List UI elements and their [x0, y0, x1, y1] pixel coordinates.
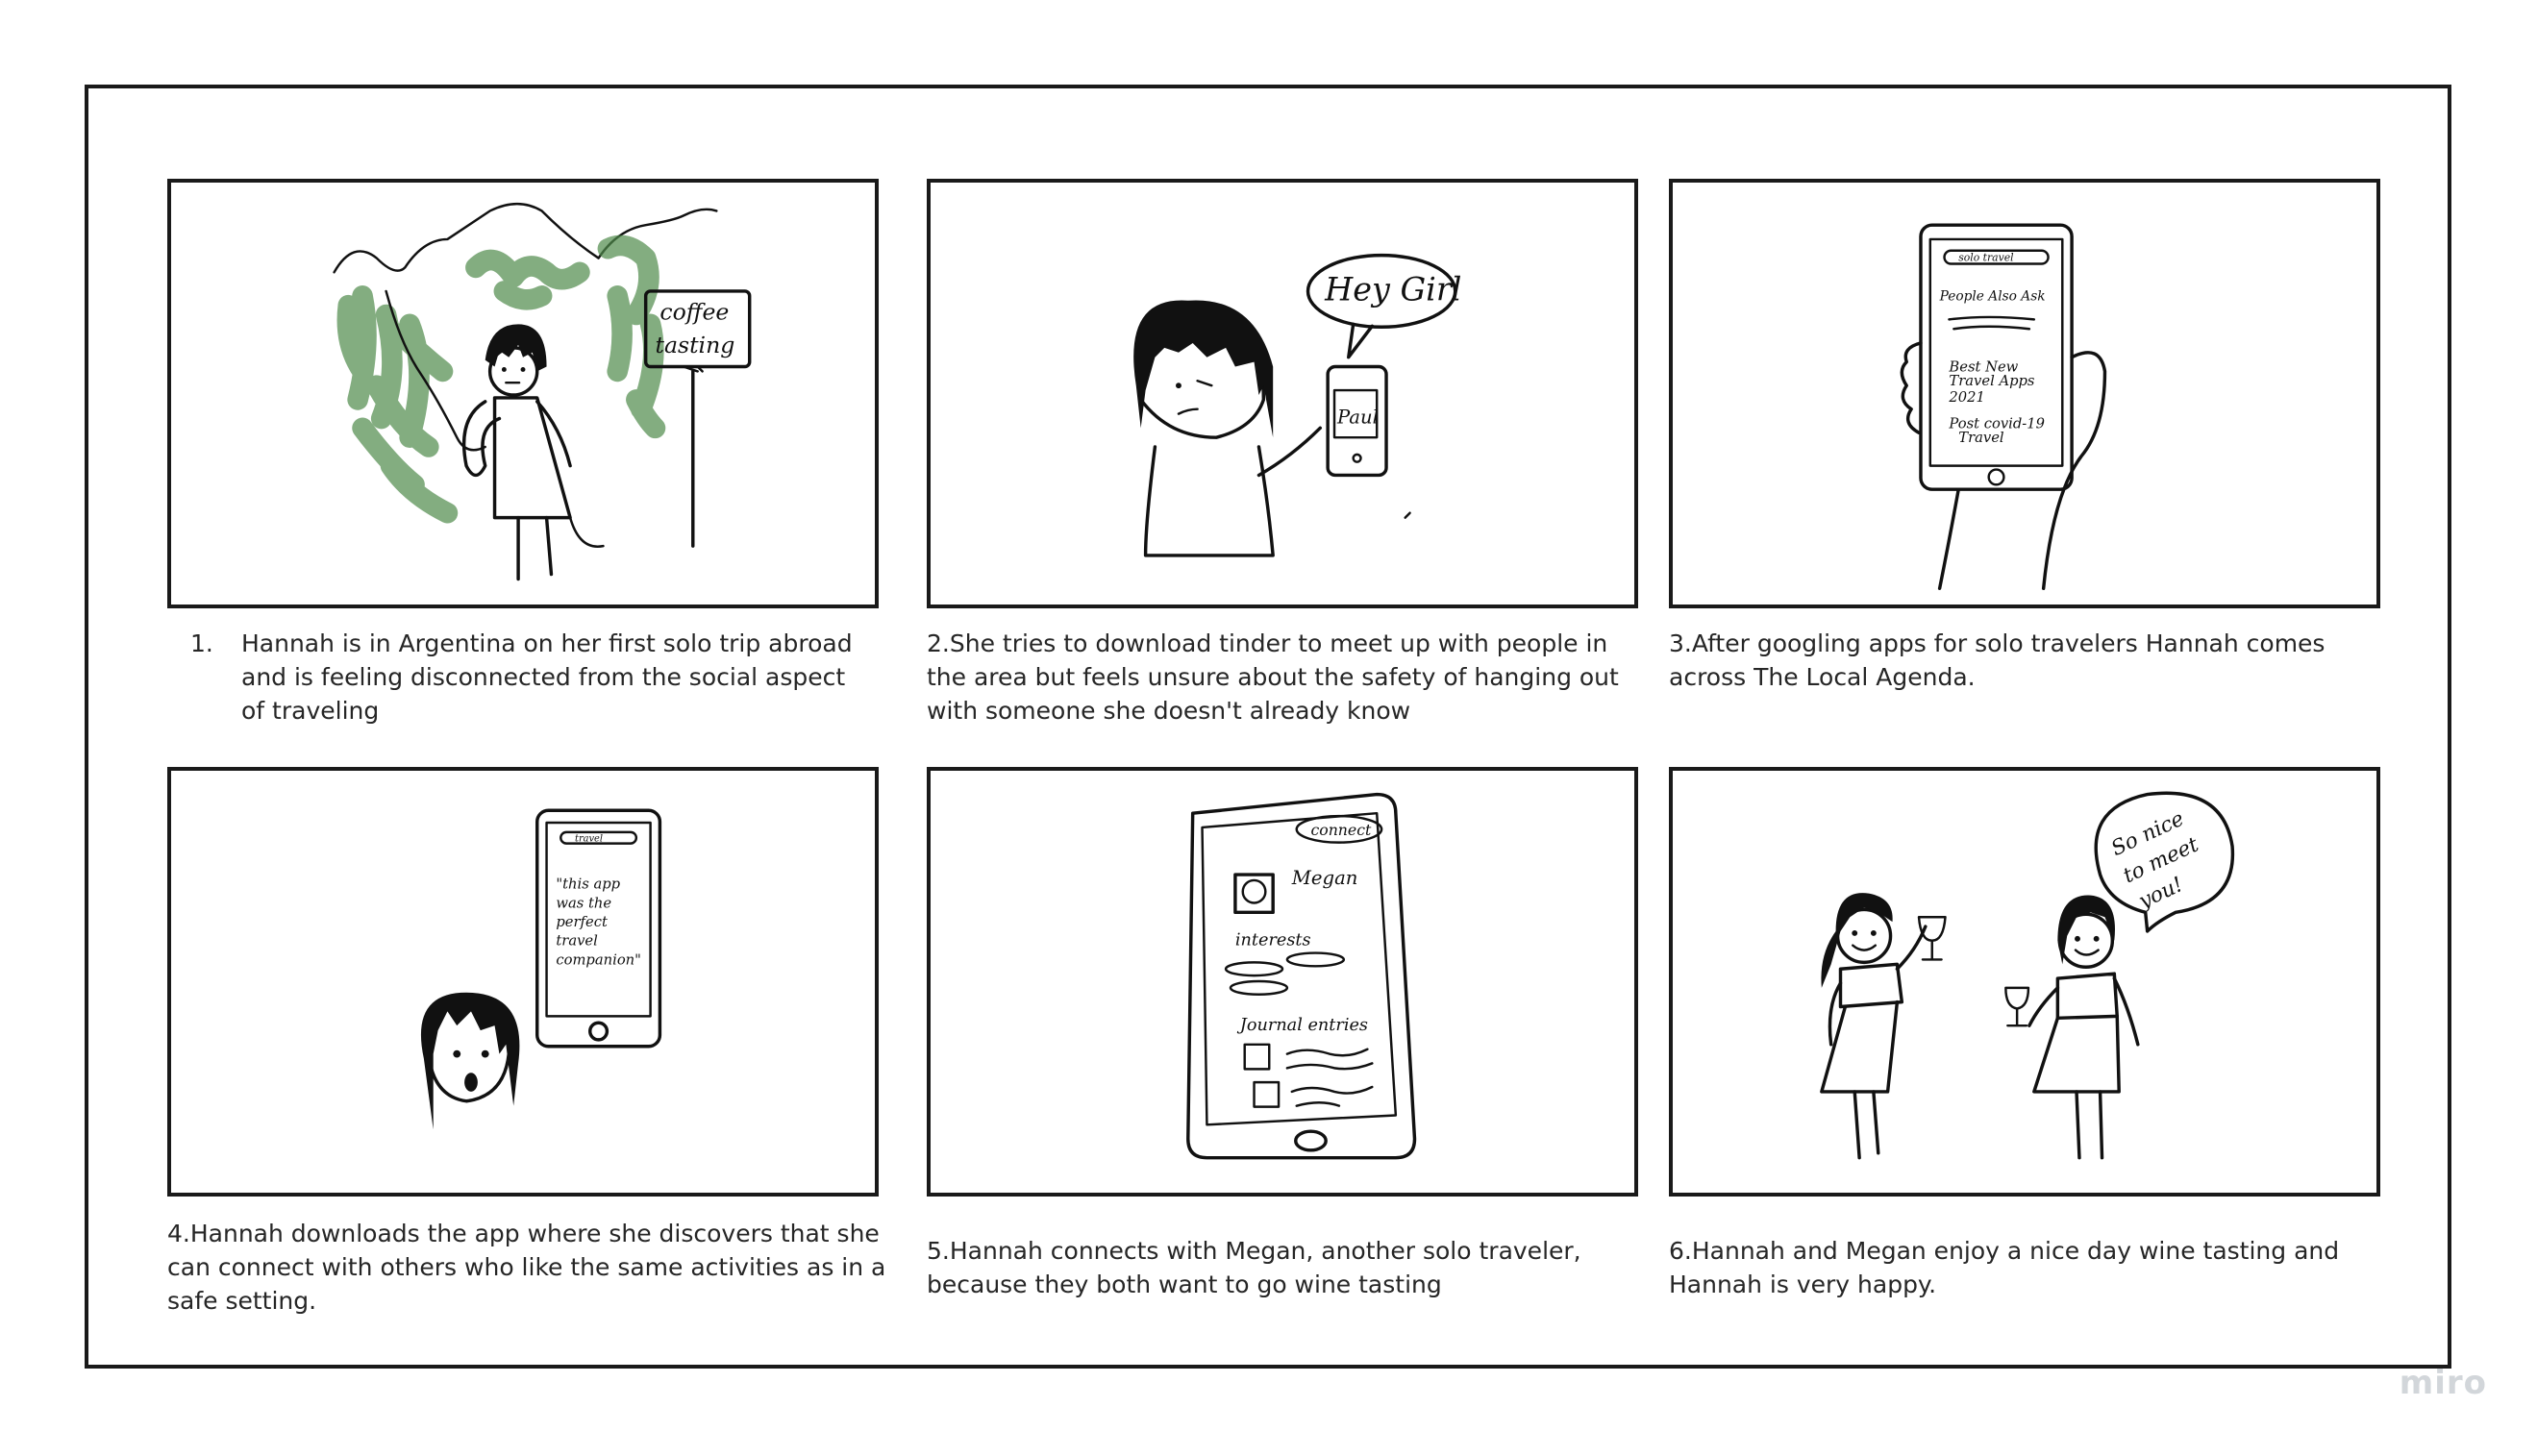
- svg-text:perfect: perfect: [556, 914, 608, 930]
- svg-text:Megan: Megan: [1291, 867, 1358, 889]
- storyboard-panel-3: solo travel People Also Ask Best New Tra…: [1669, 179, 2380, 608]
- svg-text:Hey Girl: Hey Girl: [1324, 271, 1461, 308]
- panel-5-sketch: connect Megan interests Journal entries: [1186, 792, 1417, 1160]
- panel-2-caption: 2.She tries to download tinder to meet u…: [927, 629, 1619, 725]
- panel-4-caption: 4.Hannah downloads the app where she dis…: [167, 1220, 886, 1315]
- panel-5-caption: 5.Hannah connects with Megan, another so…: [927, 1237, 1581, 1298]
- panel-6-sketch: So nice to meet you!: [1820, 791, 2235, 1160]
- svg-text:"this app: "this app: [556, 876, 620, 893]
- svg-text:2021: 2021: [1948, 389, 1984, 406]
- svg-text:travel: travel: [556, 933, 598, 950]
- panel-1-number: 1.: [190, 629, 213, 657]
- panel-1-caption: 1. Hannah is in Argentina on her first s…: [190, 627, 863, 728]
- svg-text:solo travel: solo travel: [1958, 252, 2014, 264]
- svg-text:Travel Apps: Travel Apps: [1949, 373, 2035, 389]
- storyboard-panel-2: Paul Hey Girl: [927, 179, 1638, 608]
- panel-3-caption: 3.After googling apps for solo travelers…: [1669, 629, 2326, 691]
- svg-text:People Also Ask: People Also Ask: [1939, 289, 2046, 305]
- panel-1-sketch: coffee tasting: [333, 202, 752, 581]
- miro-watermark: miro: [2399, 1364, 2487, 1402]
- svg-text:tasting: tasting: [655, 332, 734, 358]
- panel-2-sketch: Paul Hey Girl: [1133, 253, 1461, 557]
- storyboard-panel-4: travel "this app was the perfect travel …: [167, 767, 879, 1197]
- storyboard-panel-1: coffee tasting: [167, 179, 879, 608]
- svg-text:Paul: Paul: [1336, 406, 1379, 428]
- svg-text:Journal entries: Journal entries: [1237, 1016, 1368, 1035]
- svg-text:was the: was the: [556, 895, 611, 911]
- storyboard-panel-5: connect Megan interests Journal entries: [927, 767, 1638, 1197]
- panel-1-caption-text: Hannah is in Argentina on her first solo…: [241, 629, 853, 725]
- svg-text:connect: connect: [1310, 821, 1372, 839]
- svg-text:interests: interests: [1235, 931, 1311, 950]
- svg-text:Travel: Travel: [1958, 430, 2004, 446]
- svg-text:travel: travel: [575, 834, 603, 845]
- storyboard-panel-6: So nice to meet you!: [1669, 767, 2380, 1197]
- panel-4-sketch: travel "this app was the perfect travel …: [420, 808, 662, 1130]
- panel-6-caption: 6.Hannah and Megan enjoy a nice day wine…: [1669, 1237, 2340, 1298]
- svg-text:coffee: coffee: [659, 298, 729, 325]
- svg-text:companion": companion": [556, 951, 641, 968]
- panel-3-sketch: solo travel People Also Ask Best New Tra…: [1900, 223, 2107, 591]
